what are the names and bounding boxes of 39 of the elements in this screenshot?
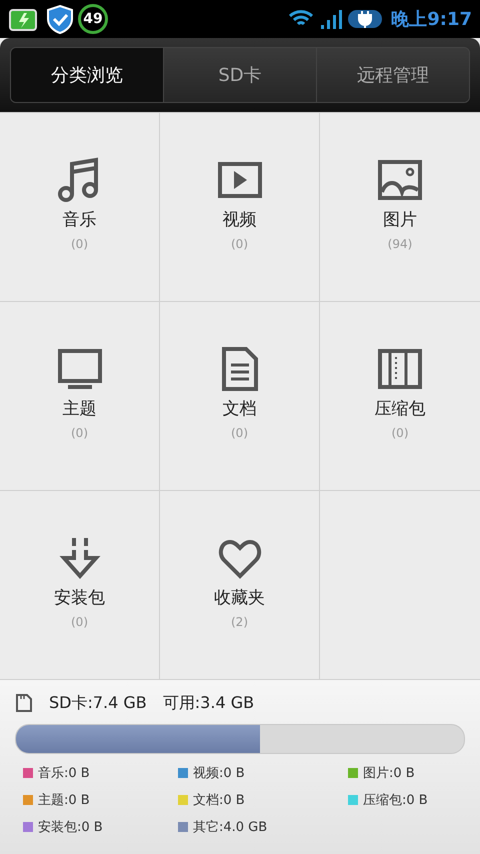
sd-card-icon bbox=[15, 693, 33, 713]
legend-label: 音乐:0 B bbox=[38, 765, 90, 782]
charging-plug-icon bbox=[347, 7, 384, 31]
legend-label: 主题:0 B bbox=[38, 792, 90, 809]
category-count: (2) bbox=[231, 614, 248, 628]
category-label: 文档 bbox=[222, 398, 256, 420]
signal-icon bbox=[319, 8, 344, 30]
category-tile[interactable]: 文档 (0) bbox=[160, 302, 320, 491]
category-count: (0) bbox=[71, 614, 88, 628]
clock-time: 晚上9:17 bbox=[391, 8, 472, 31]
storage-free: 可用:3.4 GB bbox=[162, 692, 254, 714]
legend-label: 压缩包:0 B bbox=[363, 792, 428, 809]
category-count: (0) bbox=[71, 426, 88, 440]
category-label: 主题 bbox=[62, 398, 96, 420]
category-label: 音乐 bbox=[62, 208, 96, 230]
tab[interactable]: 远程管理 bbox=[316, 48, 469, 102]
category-tile[interactable]: 主题 (0) bbox=[0, 302, 160, 491]
category-label: 压缩包 bbox=[374, 398, 426, 420]
tab[interactable]: SD卡 bbox=[163, 48, 316, 102]
legend-label: 图片:0 B bbox=[363, 765, 415, 782]
category-label: 视频 bbox=[222, 208, 256, 230]
legend-label: 安装包:0 B bbox=[38, 819, 103, 836]
storage-total: SD卡:7.4 GB bbox=[49, 692, 147, 714]
category-count: (0) bbox=[71, 236, 88, 250]
category-label: 安装包 bbox=[54, 586, 105, 608]
category-tile[interactable]: 视频 (0) bbox=[160, 113, 320, 302]
legend-label: 视频:0 B bbox=[193, 765, 245, 782]
legend-label: 文档:0 B bbox=[193, 792, 245, 809]
category-count: (94) bbox=[388, 236, 412, 250]
tab[interactable]: 分类浏览 bbox=[11, 48, 163, 102]
category-label: 收藏夹 bbox=[214, 586, 265, 608]
badge: 49 bbox=[78, 4, 108, 34]
category-count: (0) bbox=[231, 236, 248, 250]
category-tile[interactable]: 音乐 (0) bbox=[0, 113, 160, 302]
category-count: (0) bbox=[392, 426, 408, 440]
shield-icon bbox=[46, 4, 74, 34]
category-label: 图片 bbox=[383, 208, 417, 230]
category-count: (0) bbox=[231, 426, 248, 440]
legend-label: 其它:4.0 GB bbox=[193, 819, 268, 836]
